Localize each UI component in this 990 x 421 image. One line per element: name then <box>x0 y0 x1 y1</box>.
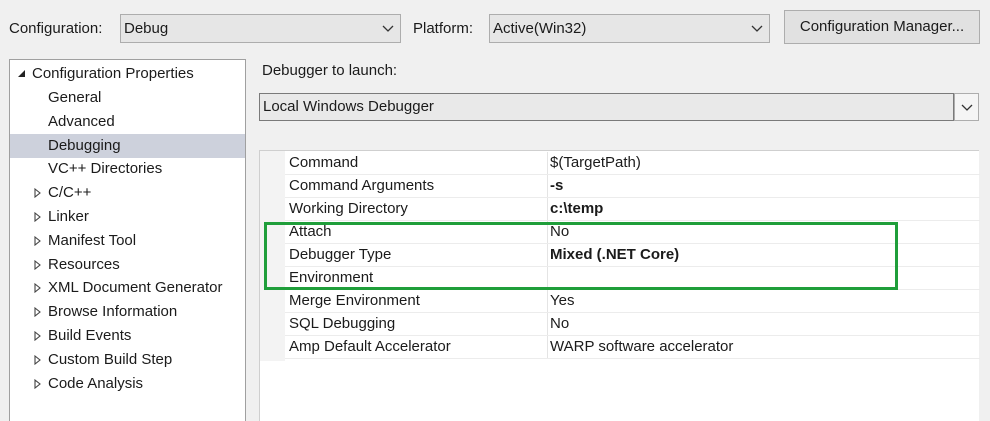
property-row[interactable]: Amp Default Accelerator WARP software acc… <box>285 336 980 359</box>
property-row[interactable]: Working Directory c:\temp <box>285 198 980 221</box>
property-row[interactable]: Merge Environment Yes <box>285 290 980 313</box>
property-row[interactable]: SQL Debugging No <box>285 313 980 336</box>
tree-item[interactable]: XML Document Generator <box>10 276 245 300</box>
column-divider[interactable] <box>547 198 548 220</box>
collapsed-triangle-icon[interactable] <box>34 300 44 324</box>
tree-item[interactable]: Advanced <box>10 110 245 134</box>
tree-item-label: VC++ Directories <box>48 160 163 178</box>
column-divider[interactable] <box>547 152 548 174</box>
collapsed-triangle-icon[interactable] <box>34 229 44 253</box>
collapsed-triangle-icon[interactable] <box>34 372 44 396</box>
property-row[interactable]: Command $(TargetPath) <box>285 152 980 175</box>
configuration-manager-button[interactable]: Configuration Manager... <box>784 10 980 44</box>
tree-item[interactable]: Code Analysis <box>10 372 245 396</box>
debugger-launch-select[interactable]: Local Windows Debugger <box>259 93 954 121</box>
debugger-launch-label: Debugger to launch: <box>262 62 398 79</box>
tree-item[interactable]: Browse Information <box>10 300 245 324</box>
property-value[interactable]: -s <box>550 175 563 197</box>
tree-item-label: Custom Build Step <box>48 350 173 368</box>
tree-item[interactable]: Custom Build Step <box>10 348 245 372</box>
tree-item[interactable]: Resources <box>10 253 245 277</box>
tree-item-label: Advanced <box>48 112 115 130</box>
platform-select[interactable]: Active(Win32) <box>489 14 770 43</box>
property-value[interactable]: Yes <box>550 290 574 312</box>
column-divider[interactable] <box>547 313 548 335</box>
tree-item-label: Manifest Tool <box>48 231 137 249</box>
debugger-launch-value: Local Windows Debugger <box>263 98 434 115</box>
configuration-value: Debug <box>124 20 169 37</box>
tree-item[interactable]: Debugging <box>10 133 245 158</box>
chevron-down-icon <box>961 94 973 121</box>
column-divider[interactable] <box>547 336 548 358</box>
column-divider[interactable] <box>547 290 548 312</box>
tree-item[interactable]: Build Events <box>10 324 245 348</box>
debugger-launch-dropdown-button[interactable] <box>954 93 979 121</box>
tree-item[interactable]: Linker <box>10 205 245 229</box>
configuration-select[interactable]: Debug <box>120 14 401 43</box>
property-row[interactable]: Command Arguments -s <box>285 175 980 198</box>
tree-root-configuration-properties[interactable]: Configuration Properties <box>10 62 245 86</box>
collapsed-triangle-icon[interactable] <box>34 253 44 277</box>
property-name: Working Directory <box>289 200 408 217</box>
tree-root-label: Configuration Properties <box>32 65 194 82</box>
tree-item-label: Build Events <box>48 327 132 344</box>
highlight-box <box>264 222 898 290</box>
tree-item-label: Linker <box>48 208 89 225</box>
property-name: Command Arguments <box>289 177 435 194</box>
tree-item-label: Debugging <box>48 136 121 154</box>
property-name: Amp Default Accelerator <box>289 338 451 355</box>
property-value[interactable]: No <box>550 313 569 335</box>
collapsed-triangle-icon[interactable] <box>34 324 44 348</box>
tree-item[interactable]: VC++ Directories <box>10 157 245 181</box>
tree-item[interactable]: C/C++ <box>10 181 245 205</box>
tree-item-label: C/C++ <box>48 184 92 202</box>
platform-label: Platform: <box>413 20 474 37</box>
property-tree[interactable]: Configuration Properties General Advanced… <box>9 59 246 421</box>
tree-item-label: Browse Information <box>48 303 178 321</box>
collapsed-triangle-icon[interactable] <box>34 348 44 372</box>
property-value[interactable]: WARP software accelerator <box>550 336 733 358</box>
platform-value: Active(Win32) <box>493 20 587 37</box>
property-name: Command <box>289 154 359 171</box>
collapsed-triangle-icon[interactable] <box>34 205 44 229</box>
chevron-down-icon <box>751 15 763 42</box>
chevron-down-icon <box>382 15 394 42</box>
expanded-triangle-icon[interactable] <box>17 62 27 86</box>
property-name: SQL Debugging <box>289 315 396 332</box>
tree-item-label: XML Document Generator <box>48 279 223 297</box>
property-value[interactable]: c:\temp <box>550 198 603 220</box>
property-value[interactable]: $(TargetPath) <box>550 152 641 174</box>
column-divider[interactable] <box>547 175 548 197</box>
tree-item[interactable]: General <box>10 86 245 110</box>
collapsed-triangle-icon[interactable] <box>34 276 44 300</box>
tree-item-label: Code Analysis <box>48 374 144 392</box>
tree-item[interactable]: Manifest Tool <box>10 229 245 253</box>
tree-item-label: Resources <box>48 255 120 273</box>
collapsed-triangle-icon[interactable] <box>34 181 44 205</box>
configuration-label: Configuration: <box>9 20 103 37</box>
tree-item-label: General <box>48 89 102 106</box>
property-name: Merge Environment <box>289 292 420 309</box>
